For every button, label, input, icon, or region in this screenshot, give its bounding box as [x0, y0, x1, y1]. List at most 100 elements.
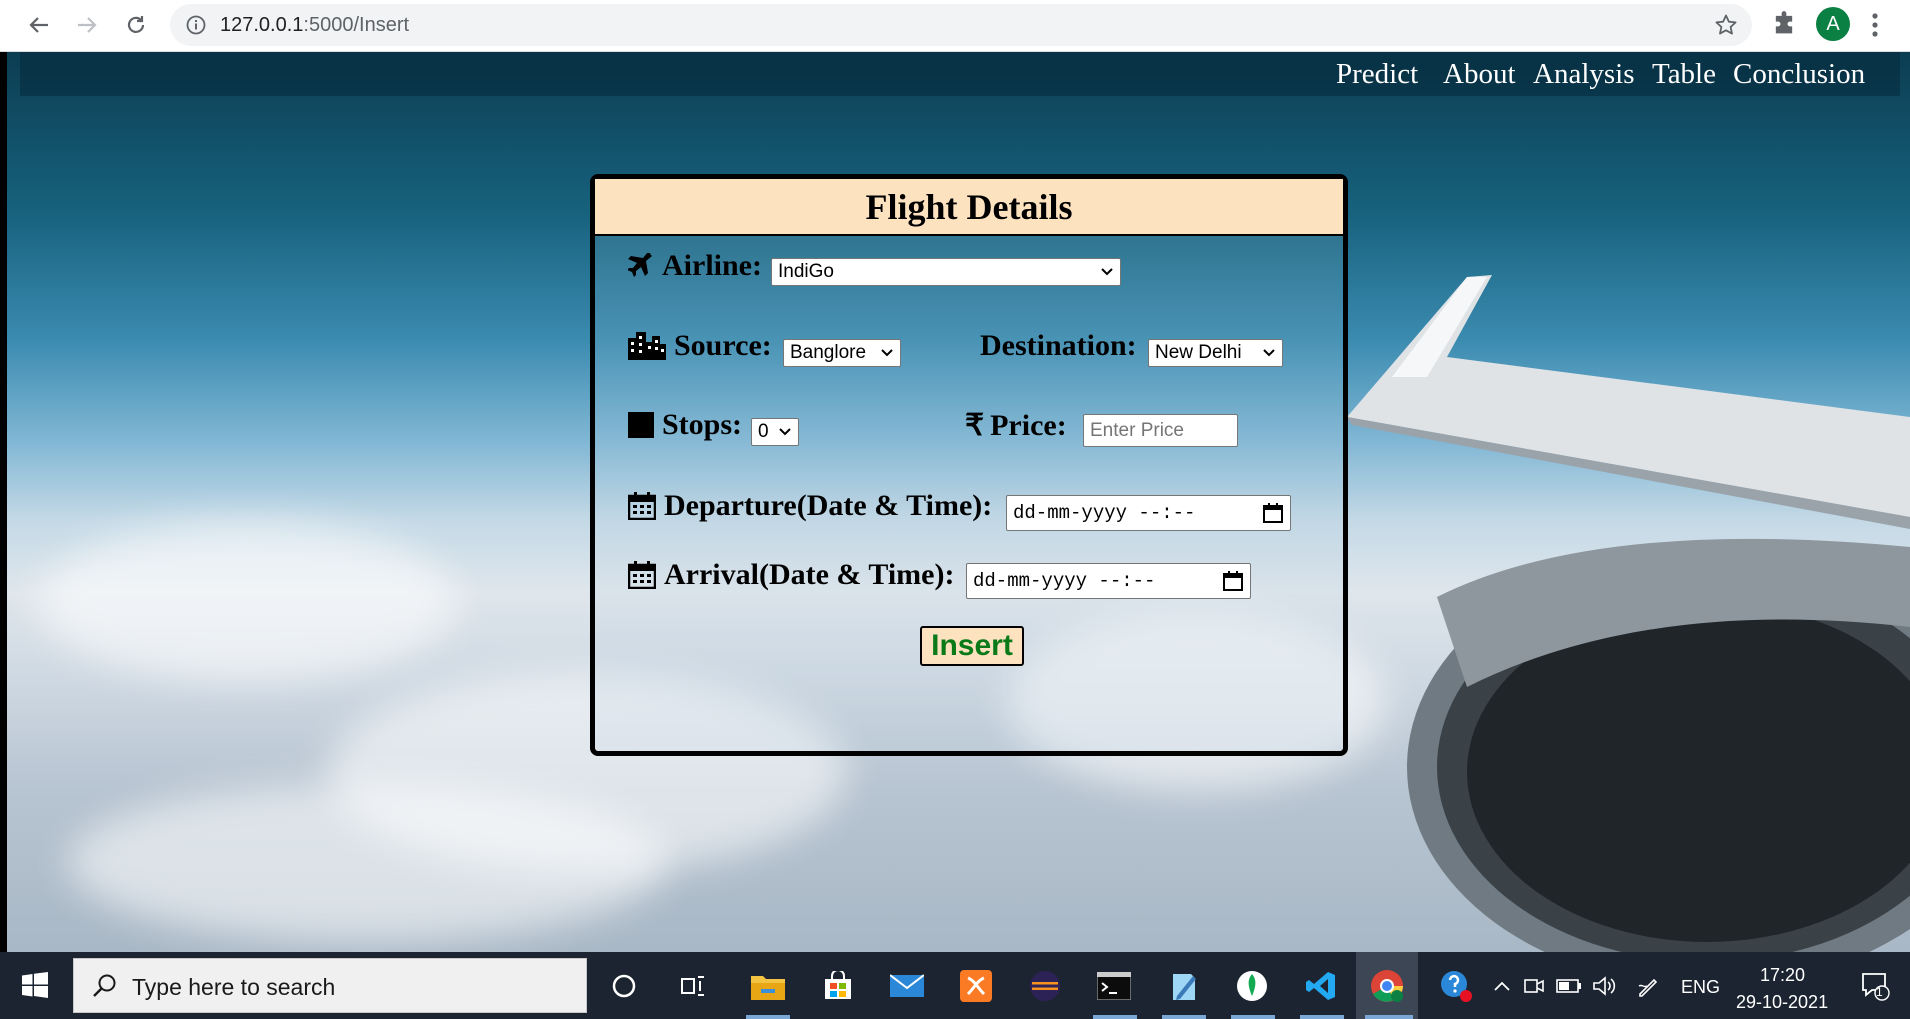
top-navbar: Predict About Analysis Table Conclusion — [20, 52, 1900, 96]
forward-button[interactable] — [72, 10, 102, 40]
airline-value: IndiGo — [778, 261, 834, 282]
active-app-indicator — [746, 1015, 790, 1019]
notepad-icon[interactable] — [1165, 968, 1201, 1004]
language-indicator[interactable]: ENG — [1681, 977, 1720, 998]
address-bar[interactable]: 127.0.0.1:5000/Insert — [170, 4, 1752, 46]
cortana-icon[interactable] — [606, 968, 642, 1004]
calendar-picker-icon[interactable] — [1262, 502, 1284, 524]
search-placeholder: Type here to search — [132, 974, 336, 1000]
active-app-indicator — [1162, 1015, 1206, 1019]
flight-details-form: Flight Details Airline: IndiGo Source: B… — [590, 174, 1348, 756]
chevron-down-icon — [1263, 349, 1275, 357]
mongodb-compass-icon[interactable] — [1234, 968, 1270, 1004]
volume-icon[interactable] — [1586, 968, 1622, 1004]
back-button[interactable] — [24, 10, 54, 40]
arrival-placeholder: dd-mm-yyyy --:-- — [973, 570, 1156, 592]
chevron-down-icon — [881, 349, 893, 357]
source-value: Banglore — [790, 342, 867, 363]
calendar-icon — [628, 492, 656, 520]
help-icon[interactable] — [1438, 968, 1474, 1004]
calendar-picker-icon[interactable] — [1222, 570, 1244, 592]
bookmark-star-icon[interactable] — [1714, 13, 1738, 42]
reload-icon — [127, 16, 145, 33]
airplane-wing-image — [1347, 275, 1910, 952]
terminal-icon[interactable] — [1096, 968, 1132, 1004]
profile-avatar[interactable]: A — [1816, 7, 1850, 41]
departure-datetime-input[interactable]: dd-mm-yyyy --:-- — [1006, 495, 1291, 531]
insert-button[interactable]: Insert — [920, 626, 1024, 666]
rupee-icon: ₹ — [965, 409, 985, 442]
back-arrow-icon — [29, 17, 48, 33]
clock-time[interactable]: 17:20 — [1760, 965, 1805, 986]
departure-placeholder: dd-mm-yyyy --:-- — [1013, 502, 1196, 524]
airline-select[interactable]: IndiGo — [771, 258, 1121, 286]
price-label: Price: — [990, 408, 1067, 442]
nav-table-link[interactable]: Table — [1652, 58, 1716, 91]
notification-count: 1 — [1876, 985, 1883, 999]
source-label: Source: — [674, 329, 772, 362]
info-icon[interactable] — [186, 15, 206, 40]
search-icon — [93, 974, 116, 997]
nav-predict-link[interactable]: Predict — [1336, 58, 1418, 91]
departure-label-row: Departure(Date & Time): — [628, 489, 992, 523]
eclipse-icon[interactable] — [1027, 968, 1063, 1004]
stops-value: 0 — [758, 421, 769, 442]
airline-label-row: Airline: — [628, 249, 762, 283]
chevron-down-icon — [779, 428, 791, 436]
show-hidden-icons-chevron[interactable] — [1484, 968, 1520, 1004]
destination-select[interactable]: New Delhi — [1148, 339, 1283, 367]
file-explorer-icon[interactable] — [750, 968, 786, 1004]
active-app-indicator — [1093, 1015, 1137, 1019]
active-app-indicator — [1365, 1015, 1413, 1019]
meet-now-icon[interactable] — [1516, 968, 1552, 1004]
price-label-row: ₹ Price: — [965, 408, 1067, 443]
source-select[interactable]: Banglore — [783, 339, 901, 367]
square-icon — [628, 412, 654, 438]
form-title: Flight Details — [595, 179, 1343, 236]
extensions-puzzle-icon[interactable] — [1770, 10, 1798, 43]
price-input[interactable] — [1083, 414, 1238, 447]
stops-label-row: Stops: — [628, 408, 742, 442]
pen-workspace-icon[interactable] — [1630, 968, 1666, 1004]
xampp-icon[interactable] — [958, 968, 994, 1004]
task-view-icon[interactable] — [676, 968, 712, 1004]
url-path: :5000/Insert — [303, 14, 410, 36]
notification-center-icon[interactable]: 1 — [1857, 968, 1893, 1004]
arrival-label: Arrival(Date & Time): — [664, 558, 955, 591]
chevron-down-icon — [1101, 268, 1113, 276]
nav-about-link[interactable]: About — [1443, 58, 1516, 91]
windows-taskbar: Type here to search ENG 17:20 29-10-2021… — [0, 952, 1910, 1019]
mail-icon[interactable] — [889, 968, 925, 1004]
stops-label: Stops: — [662, 408, 743, 441]
arrival-datetime-input[interactable]: dd-mm-yyyy --:-- — [966, 563, 1251, 599]
cloud-decoration — [37, 522, 457, 682]
plane-icon — [628, 253, 652, 277]
building-icon — [628, 332, 666, 360]
window-border — [0, 52, 7, 952]
destination-label: Destination: — [980, 329, 1137, 362]
active-app-indicator — [1231, 1015, 1275, 1019]
destination-label-row: Destination: — [980, 329, 1137, 363]
vscode-icon[interactable] — [1303, 968, 1339, 1004]
airline-label: Airline: — [662, 249, 762, 282]
destination-value: New Delhi — [1155, 342, 1242, 363]
departure-label: Departure(Date & Time): — [664, 489, 993, 522]
clock-date[interactable]: 29-10-2021 — [1736, 992, 1828, 1013]
forward-arrow-icon — [78, 17, 97, 33]
nav-analysis-link[interactable]: Analysis — [1533, 58, 1635, 91]
active-app-indicator — [1300, 1015, 1344, 1019]
browser-toolbar: 127.0.0.1:5000/Insert A — [0, 0, 1910, 52]
source-label-row: Source: — [628, 329, 772, 363]
windows-start-icon[interactable] — [17, 967, 53, 1003]
cloud-decoration — [67, 782, 667, 942]
nav-conclusion-link[interactable]: Conclusion — [1733, 58, 1865, 91]
page-background: Predict About Analysis Table Conclusion … — [7, 52, 1910, 952]
microsoft-store-icon[interactable] — [820, 968, 856, 1004]
stops-select[interactable]: 0 — [751, 418, 799, 446]
reload-button[interactable] — [121, 10, 151, 40]
chrome-icon[interactable] — [1369, 968, 1405, 1004]
arrival-label-row: Arrival(Date & Time): — [628, 558, 954, 592]
menu-kebab-icon[interactable] — [1870, 10, 1880, 45]
taskbar-search-box[interactable]: Type here to search — [73, 958, 587, 1013]
battery-icon[interactable] — [1551, 968, 1587, 1004]
